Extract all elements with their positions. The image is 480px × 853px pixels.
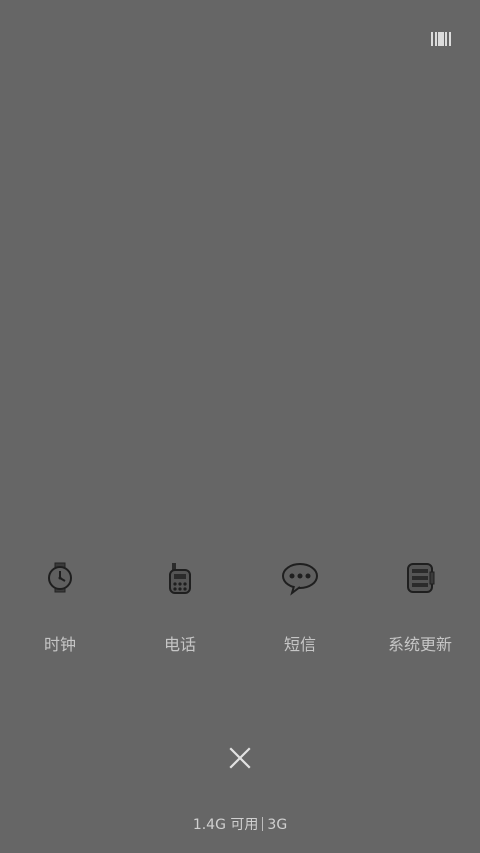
memory-separator [262,817,264,831]
barcode-icon [431,32,451,46]
app-item-phone[interactable]: 电话 [120,552,240,664]
close-button[interactable] [220,738,260,778]
memory-status: 1.4G 可用 3G [0,815,480,835]
recent-apps-grid: 时钟 电话 短信 系统更新 [0,552,480,664]
app-item-system-update[interactable]: 系统更新 [360,552,480,664]
app-label-system-update: 系统更新 [387,635,452,654]
app-label-phone: 电话 [163,635,196,654]
app-item-messages[interactable]: 短信 [240,552,360,664]
close-icon [229,747,251,769]
app-item-clock[interactable]: 时钟 [0,552,120,664]
top-right-action-button[interactable] [425,26,457,52]
app-label-clock: 时钟 [43,635,76,654]
memory-available: 1.4G 可用 [192,817,259,833]
system-update-icon [400,558,440,598]
message-icon [280,558,320,598]
app-label-messages: 短信 [283,635,316,654]
clock-icon [40,558,80,598]
phone-icon [160,558,200,598]
memory-total: 3G [267,817,288,833]
